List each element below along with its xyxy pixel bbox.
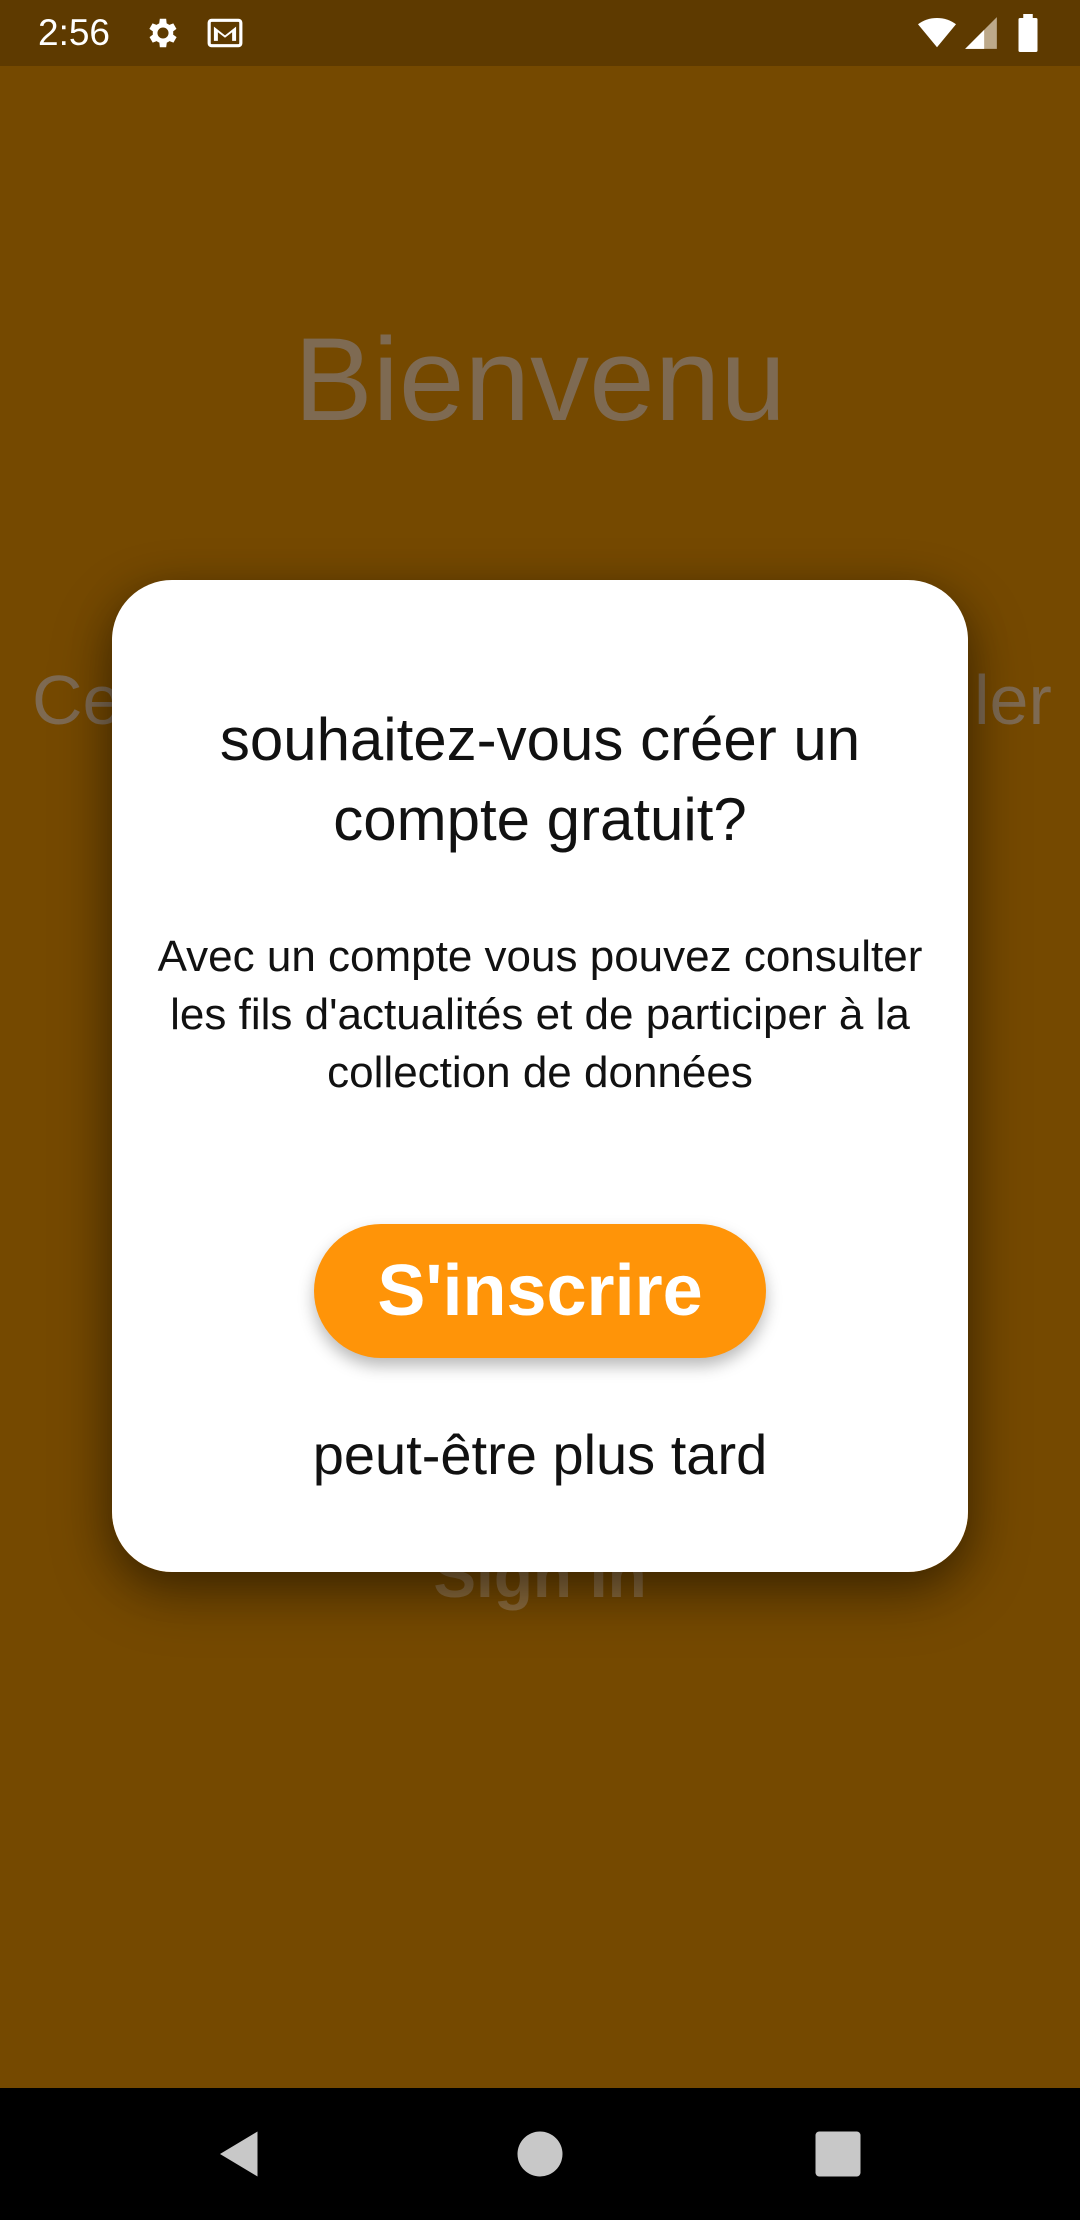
gmail-icon bbox=[204, 14, 246, 52]
status-bar: 2:56 bbox=[0, 0, 1080, 66]
recents-icon[interactable] bbox=[808, 2124, 868, 2184]
back-icon[interactable] bbox=[210, 2124, 270, 2184]
app-screen: 2:56 Bienvenu Ce ler Sign In souhaitez-v… bbox=[0, 0, 1080, 2220]
navigation-bar bbox=[0, 2088, 1080, 2220]
welcome-text-right: ler bbox=[974, 661, 1052, 739]
home-icon[interactable] bbox=[510, 2124, 570, 2184]
welcome-title: Bienvenu bbox=[293, 314, 787, 446]
dialog-message: Avec un compte vous pouvez consulter les… bbox=[157, 932, 923, 1097]
signal-icon bbox=[962, 14, 1000, 52]
welcome-text-left: Ce bbox=[32, 661, 122, 739]
settings-icon bbox=[144, 14, 182, 52]
signup-dialog: souhaitez-vous créer un compte gratuit? … bbox=[112, 580, 968, 1572]
status-time: 2:56 bbox=[38, 12, 111, 53]
dialog-title: souhaitez-vous créer un compte gratuit? bbox=[219, 706, 861, 853]
wifi-icon bbox=[916, 14, 958, 52]
maybe-later-link[interactable]: peut-être plus tard bbox=[152, 1418, 928, 1492]
signup-button[interactable]: S'inscrire bbox=[314, 1224, 766, 1358]
battery-icon bbox=[1014, 14, 1042, 52]
